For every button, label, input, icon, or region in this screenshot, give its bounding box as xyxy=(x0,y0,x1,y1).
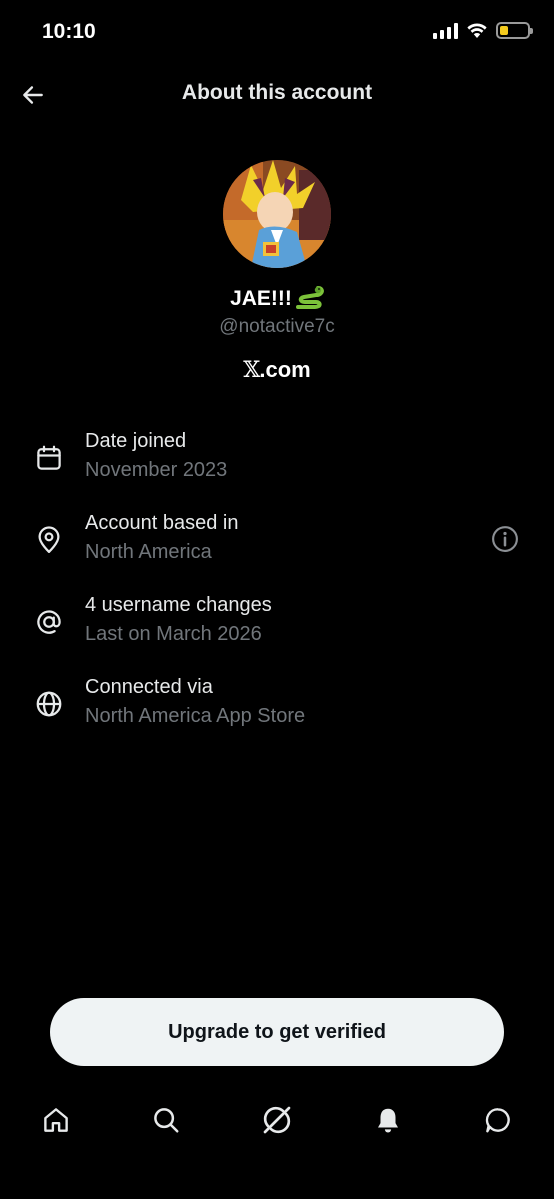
upgrade-verified-button[interactable]: Upgrade to get verified xyxy=(50,998,504,1066)
status-time: 10:10 xyxy=(42,20,96,43)
site-label: 𝕏.com xyxy=(0,357,554,383)
grok-icon xyxy=(263,1106,291,1134)
display-name-text: JAE!!! xyxy=(230,287,292,310)
nav-notifications[interactable] xyxy=(371,1103,405,1137)
avatar[interactable] xyxy=(223,160,331,268)
snake-icon xyxy=(295,286,324,309)
row-subtitle: November 2023 xyxy=(85,459,228,481)
notifications-icon xyxy=(378,1108,398,1133)
avatar-illustration xyxy=(223,160,331,268)
wifi-icon xyxy=(467,22,487,38)
row-title: Account based in xyxy=(85,512,239,534)
info-row-account-based-in: Account based in North America xyxy=(0,512,554,582)
x-logo-icon: 𝕏 xyxy=(243,358,260,383)
row-title: Date joined xyxy=(85,430,187,452)
row-subtitle: North America App Store xyxy=(85,705,306,727)
row-subtitle: North America xyxy=(85,541,212,563)
nav-messages[interactable] xyxy=(481,1103,515,1137)
home-icon xyxy=(44,1108,68,1132)
nav-grok[interactable] xyxy=(260,1103,294,1137)
site-suffix: .com xyxy=(259,357,311,382)
search-icon xyxy=(154,1108,179,1133)
page-title: About this account xyxy=(181,81,373,104)
bottom-nav xyxy=(0,1090,554,1150)
row-title: 4 username changes xyxy=(85,594,272,616)
messages-icon xyxy=(485,1108,510,1133)
battery-icon xyxy=(496,22,533,39)
info-row-connected-via: Connected via North America App Store xyxy=(0,676,554,746)
status-icons xyxy=(433,22,533,39)
nav-home[interactable] xyxy=(39,1103,73,1137)
globe-icon xyxy=(36,691,62,717)
about-account-screen: 10:10 About this account JAE!!! @notacti… xyxy=(0,0,554,1199)
row-title: Connected via xyxy=(85,676,213,698)
info-row-username-changes: 4 username changes Last on March 2026 xyxy=(0,594,554,664)
info-icon[interactable] xyxy=(490,524,520,554)
location-pin-icon xyxy=(38,526,60,553)
at-sign-icon xyxy=(37,610,61,634)
display-name: JAE!!! xyxy=(0,285,554,311)
calendar-icon xyxy=(37,445,61,470)
cellular-signal-icon xyxy=(433,22,458,39)
nav-search[interactable] xyxy=(149,1103,183,1137)
username-handle[interactable]: @notactive7c xyxy=(0,316,554,338)
info-row-date-joined: Date joined November 2023 xyxy=(0,430,554,500)
row-subtitle: Last on March 2026 xyxy=(85,623,262,645)
